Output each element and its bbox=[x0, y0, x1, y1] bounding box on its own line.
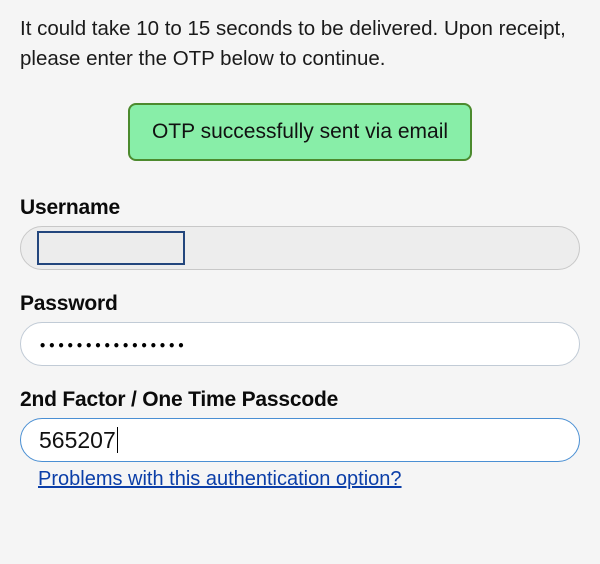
intro-text: It could take 10 to 15 seconds to be del… bbox=[20, 14, 580, 73]
auth-help-link[interactable]: Problems with this authentication option… bbox=[38, 468, 402, 491]
alert-wrap: OTP successfully sent via email bbox=[20, 103, 580, 161]
text-cursor bbox=[117, 427, 118, 453]
username-label: Username bbox=[20, 196, 580, 220]
otp-sent-alert: OTP successfully sent via email bbox=[128, 103, 472, 161]
password-label: Password bbox=[20, 292, 580, 316]
username-autofill-highlight bbox=[37, 231, 185, 265]
login-form-container: It could take 10 to 15 seconds to be del… bbox=[0, 0, 600, 499]
username-input[interactable] bbox=[20, 226, 580, 270]
username-group: Username bbox=[20, 196, 580, 270]
password-input[interactable] bbox=[20, 322, 580, 366]
otp-group: 2nd Factor / One Time Passcode Problems … bbox=[20, 388, 580, 491]
otp-label: 2nd Factor / One Time Passcode bbox=[20, 388, 580, 412]
otp-input[interactable] bbox=[20, 418, 580, 462]
password-group: Password bbox=[20, 292, 580, 366]
alert-message: OTP successfully sent via email bbox=[152, 120, 448, 143]
